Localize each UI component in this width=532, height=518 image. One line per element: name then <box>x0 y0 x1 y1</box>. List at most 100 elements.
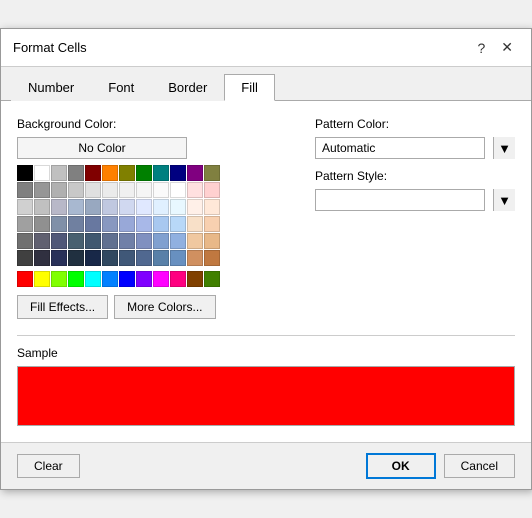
color-cell[interactable] <box>85 233 101 249</box>
pattern-color-select[interactable]: Automatic <box>315 137 485 159</box>
color-cell[interactable] <box>136 182 152 198</box>
fill-effects-button[interactable]: Fill Effects... <box>17 295 108 319</box>
color-cell[interactable] <box>51 165 67 181</box>
color-cell[interactable] <box>136 216 152 232</box>
color-cell[interactable] <box>153 182 169 198</box>
color-cell[interactable] <box>187 199 203 215</box>
color-cell[interactable] <box>51 182 67 198</box>
color-cell[interactable] <box>187 233 203 249</box>
color-cell[interactable] <box>85 199 101 215</box>
color-cell[interactable] <box>170 233 186 249</box>
color-grid <box>17 165 295 287</box>
color-cell[interactable] <box>85 182 101 198</box>
color-cell[interactable] <box>68 216 84 232</box>
color-cell[interactable] <box>102 216 118 232</box>
color-cell[interactable] <box>153 233 169 249</box>
color-cell[interactable] <box>17 165 33 181</box>
color-cell[interactable] <box>68 182 84 198</box>
color-cell[interactable] <box>51 216 67 232</box>
no-color-button[interactable]: No Color <box>17 137 187 159</box>
color-cell[interactable] <box>119 216 135 232</box>
color-cell[interactable] <box>204 271 220 287</box>
color-cell[interactable] <box>17 199 33 215</box>
color-cell[interactable] <box>136 233 152 249</box>
color-cell[interactable] <box>51 250 67 266</box>
tab-number[interactable]: Number <box>11 74 91 101</box>
color-cell[interactable] <box>51 199 67 215</box>
tab-font[interactable]: Font <box>91 74 151 101</box>
color-cell[interactable] <box>102 233 118 249</box>
color-cell[interactable] <box>34 233 50 249</box>
color-cell[interactable] <box>34 250 50 266</box>
color-cell[interactable] <box>119 271 135 287</box>
color-cell[interactable] <box>51 233 67 249</box>
pattern-color-arrow: ▼ <box>493 137 515 159</box>
color-cell[interactable] <box>17 216 33 232</box>
color-cell[interactable] <box>17 271 33 287</box>
color-cell[interactable] <box>204 199 220 215</box>
color-cell[interactable] <box>153 250 169 266</box>
color-cell[interactable] <box>204 216 220 232</box>
tab-border[interactable]: Border <box>151 74 224 101</box>
color-cell[interactable] <box>68 271 84 287</box>
ok-button[interactable]: OK <box>366 453 436 479</box>
color-cell[interactable] <box>153 199 169 215</box>
color-cell[interactable] <box>170 199 186 215</box>
color-cell[interactable] <box>51 271 67 287</box>
more-colors-button[interactable]: More Colors... <box>114 295 215 319</box>
color-cell[interactable] <box>119 182 135 198</box>
color-cell[interactable] <box>102 182 118 198</box>
color-cell[interactable] <box>102 271 118 287</box>
color-cell[interactable] <box>119 165 135 181</box>
color-cell[interactable] <box>204 182 220 198</box>
color-cell[interactable] <box>119 199 135 215</box>
color-cell[interactable] <box>170 250 186 266</box>
color-cell[interactable] <box>204 165 220 181</box>
color-cell[interactable] <box>85 271 101 287</box>
color-cell[interactable] <box>68 233 84 249</box>
color-cell[interactable] <box>85 165 101 181</box>
color-cell[interactable] <box>17 233 33 249</box>
color-cell[interactable] <box>136 271 152 287</box>
color-cell[interactable] <box>119 250 135 266</box>
color-cell[interactable] <box>17 250 33 266</box>
color-cell[interactable] <box>136 165 152 181</box>
close-button[interactable]: ✕ <box>495 37 519 58</box>
color-cell[interactable] <box>204 233 220 249</box>
color-cell[interactable] <box>34 182 50 198</box>
color-cell[interactable] <box>170 182 186 198</box>
color-cell[interactable] <box>34 271 50 287</box>
color-cell[interactable] <box>187 271 203 287</box>
color-cell[interactable] <box>85 250 101 266</box>
color-cell[interactable] <box>17 182 33 198</box>
color-cell[interactable] <box>170 216 186 232</box>
color-cell[interactable] <box>153 271 169 287</box>
color-cell[interactable] <box>68 165 84 181</box>
tab-fill[interactable]: Fill <box>224 74 275 101</box>
cancel-button[interactable]: Cancel <box>444 454 515 478</box>
color-cell[interactable] <box>102 165 118 181</box>
color-cell[interactable] <box>34 165 50 181</box>
color-cell[interactable] <box>170 165 186 181</box>
color-cell[interactable] <box>136 199 152 215</box>
color-cell[interactable] <box>204 250 220 266</box>
color-cell[interactable] <box>187 216 203 232</box>
color-cell[interactable] <box>136 250 152 266</box>
color-cell[interactable] <box>187 165 203 181</box>
help-button[interactable]: ? <box>471 37 491 58</box>
color-cell[interactable] <box>85 216 101 232</box>
color-cell[interactable] <box>34 199 50 215</box>
color-cell[interactable] <box>68 199 84 215</box>
color-cell[interactable] <box>187 182 203 198</box>
color-cell[interactable] <box>34 216 50 232</box>
clear-button[interactable]: Clear <box>17 454 80 478</box>
color-cell[interactable] <box>68 250 84 266</box>
color-cell[interactable] <box>119 233 135 249</box>
color-cell[interactable] <box>187 250 203 266</box>
pattern-style-select[interactable] <box>315 189 485 211</box>
color-cell[interactable] <box>170 271 186 287</box>
color-cell[interactable] <box>153 216 169 232</box>
color-cell[interactable] <box>153 165 169 181</box>
color-cell[interactable] <box>102 199 118 215</box>
color-cell[interactable] <box>102 250 118 266</box>
